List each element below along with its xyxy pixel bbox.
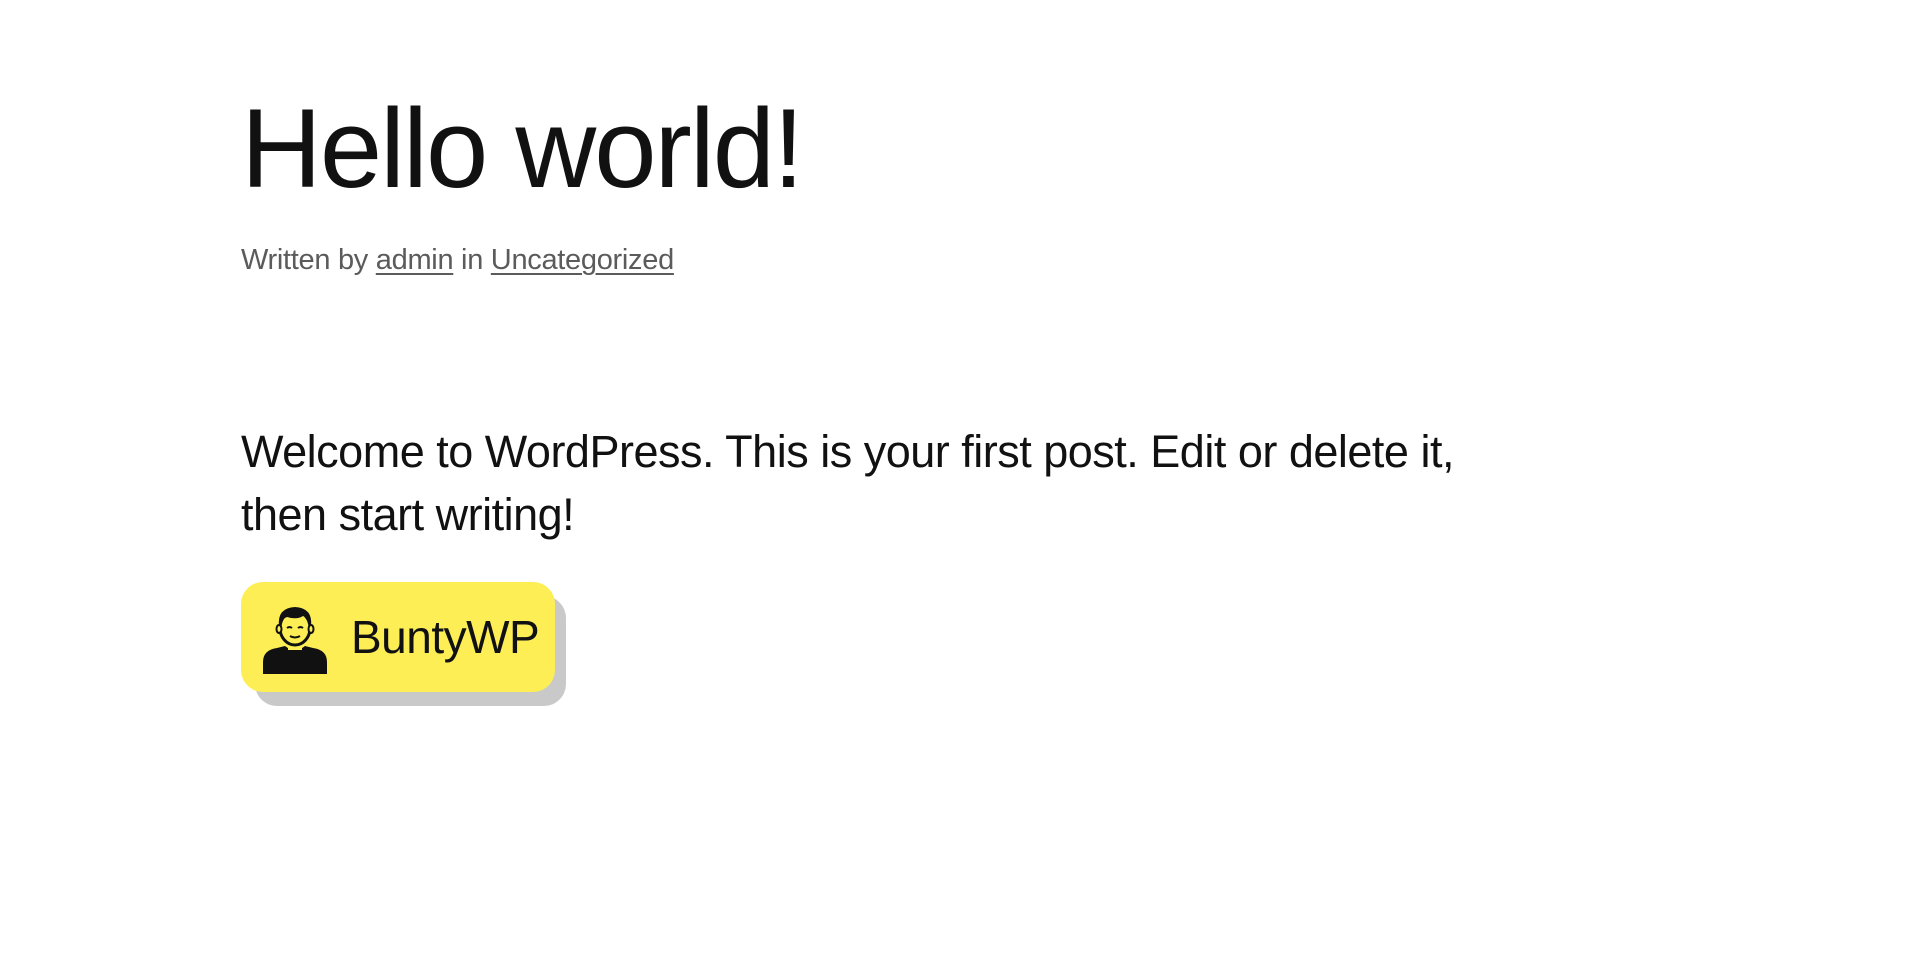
post-meta: Written by admin in Uncategorized <box>241 242 674 278</box>
category-link[interactable]: Uncategorized <box>491 244 674 276</box>
meta-prefix: Written by <box>241 244 369 276</box>
meta-separator: in <box>461 244 484 276</box>
person-avatar-icon <box>259 602 331 674</box>
post-title: Hello world! <box>241 86 804 211</box>
post-body: Welcome to WordPress. This is your first… <box>241 426 1454 540</box>
buntywp-badge[interactable]: BuntyWP <box>241 582 571 712</box>
author-link[interactable]: admin <box>376 244 454 276</box>
badge-label: BuntyWP <box>351 611 540 663</box>
buntywp-button[interactable]: BuntyWP <box>241 582 555 692</box>
